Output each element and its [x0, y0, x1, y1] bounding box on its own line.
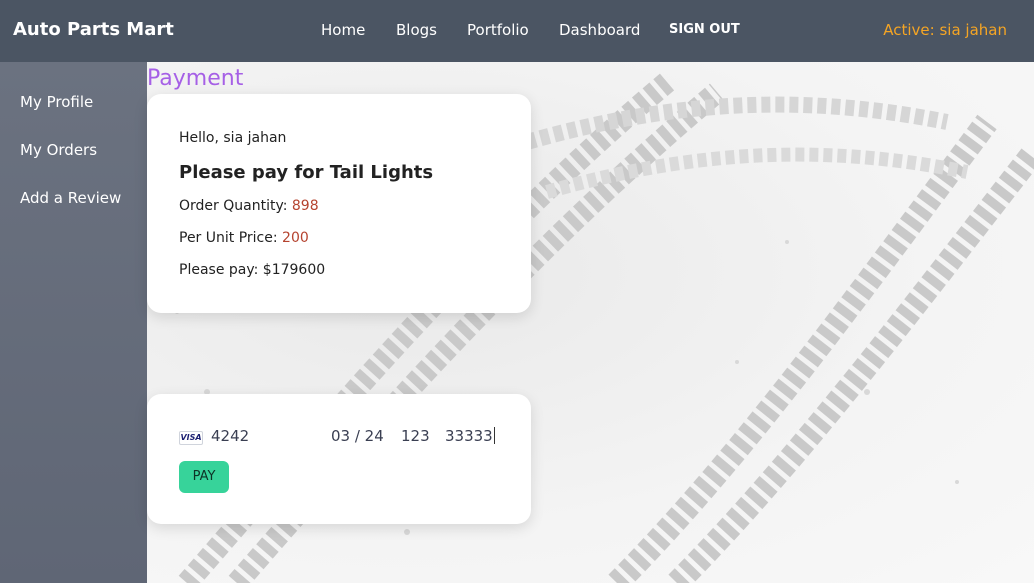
card-zip-input[interactable]: 33333: [445, 427, 495, 445]
nav-home-link[interactable]: Home: [321, 21, 365, 39]
brand-logo-text[interactable]: Auto Parts Mart: [13, 19, 174, 40]
sidebar-item-add-review[interactable]: Add a Review: [20, 189, 121, 207]
page-title: Payment: [147, 66, 244, 91]
order-quantity-label: Order Quantity:: [179, 198, 292, 214]
unit-price-label: Per Unit Price:: [179, 230, 283, 246]
unit-price-value: 200: [282, 230, 309, 246]
sign-out-button[interactable]: SIGN OUT: [669, 22, 740, 37]
text-cursor: [493, 427, 495, 444]
sidebar-item-my-orders[interactable]: My Orders: [20, 141, 97, 159]
card-details-input[interactable]: VISA 4242 03 / 24 123 33333: [179, 427, 499, 447]
payment-form-card: VISA 4242 03 / 24 123 33333 PAY: [147, 394, 531, 524]
top-navbar: Auto Parts Mart Home Blogs Portfolio Das…: [0, 0, 1034, 62]
dashboard-sidebar: My Profile My Orders Add a Review: [0, 62, 147, 583]
order-quantity-line: Order Quantity: 898: [179, 198, 319, 214]
order-quantity-value: 898: [291, 198, 319, 214]
total-amount-text: Please pay: $179600: [179, 262, 326, 278]
pay-button[interactable]: PAY: [179, 461, 229, 493]
card-number-input[interactable]: 4242: [211, 427, 249, 445]
active-user-label: Active: sia jahan: [883, 21, 1007, 39]
nav-dashboard-link[interactable]: Dashboard: [559, 21, 640, 39]
product-heading: Please pay for Tail Lights: [179, 162, 434, 183]
greeting-text: Hello, sia jahan: [179, 130, 287, 146]
visa-card-icon: VISA: [179, 431, 203, 445]
card-zip-value: 33333: [445, 427, 493, 445]
card-cvc-input[interactable]: 123: [401, 427, 430, 445]
nav-portfolio-link[interactable]: Portfolio: [467, 21, 529, 39]
nav-blogs-link[interactable]: Blogs: [396, 21, 437, 39]
card-expiry-input[interactable]: 03 / 24: [331, 427, 384, 445]
unit-price-line: Per Unit Price: 200: [179, 230, 309, 246]
sidebar-item-my-profile[interactable]: My Profile: [20, 93, 93, 111]
order-summary-card: Hello, sia jahan Please pay for Tail Lig…: [147, 94, 531, 313]
